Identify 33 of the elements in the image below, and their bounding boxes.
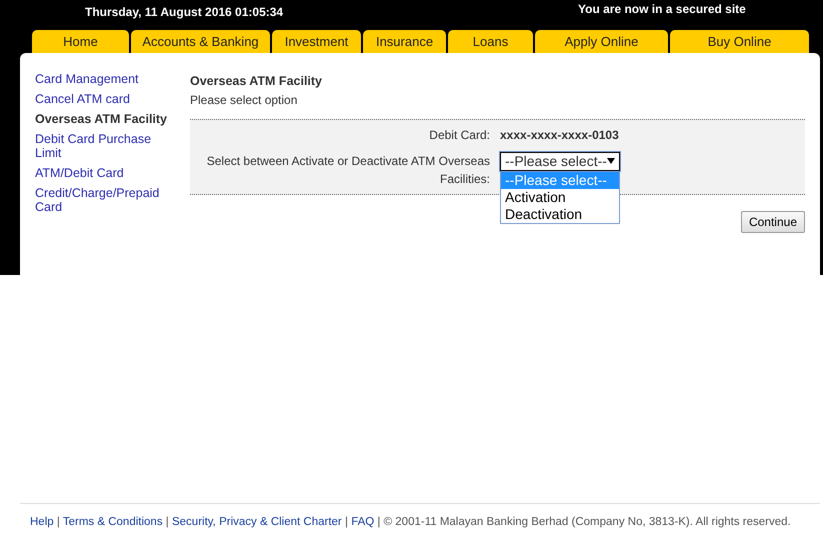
copyright-text: © 2001-11 Malayan Banking Berhad (Company No, 3813-K). All rights reserved. <box>384 516 791 528</box>
footer-link[interactable]: FAQ <box>351 516 374 528</box>
nav-tab[interactable]: Home <box>32 30 129 53</box>
nav-tab[interactable]: Loans <box>448 30 533 53</box>
caret-icon <box>607 158 615 164</box>
field-label: Select between Activate or Deactivate ATM Overseas Facilities: <box>206 154 490 186</box>
dropdown-option[interactable]: Deactivation <box>501 206 619 223</box>
footer-link[interactable]: Help <box>30 516 54 528</box>
continue-button[interactable]: Continue <box>740 210 805 233</box>
separator: | <box>344 516 348 528</box>
card-number: xxxx-xxxx-xxxx-0103 <box>500 126 619 144</box>
footer-link[interactable]: Terms & Conditions <box>62 516 163 528</box>
separator: | <box>166 516 169 528</box>
secure-site-notice: You are now in a secured site <box>578 1 746 18</box>
separator: | <box>377 516 380 528</box>
page-title: Overseas ATM Facility <box>190 73 324 90</box>
sidebar-link[interactable]: ATM/Debit Card <box>35 166 175 180</box>
date-time: Thursday, 11 August 2016 01:05:34 <box>85 4 284 21</box>
dropdown-option[interactable]: Activation <box>501 188 619 206</box>
nav-tab[interactable]: Insurance <box>363 30 446 53</box>
sidebar-link[interactable]: Debit Card Purchase Limit <box>35 132 175 160</box>
sidebar-link[interactable]: Card Management <box>35 72 175 86</box>
sidebar-link[interactable]: Credit/Charge/Prepaid Card <box>35 186 175 214</box>
nav-tab[interactable]: Accounts & Banking <box>131 30 270 53</box>
sidebar-link[interactable]: Overseas ATM Facility <box>35 112 175 126</box>
nav-tab[interactable]: Apply Online <box>535 30 668 53</box>
sidebar-link[interactable]: Cancel ATM card <box>35 92 175 106</box>
nav-tab[interactable]: Investment <box>272 30 361 53</box>
footer-link[interactable]: Security, Privacy & Client Charter <box>172 516 342 528</box>
separator: | <box>56 516 60 528</box>
nav-tab[interactable]: Buy Online <box>670 30 809 53</box>
page-subtitle: Please select option <box>190 92 298 109</box>
field-label: Debit Card: <box>429 128 490 142</box>
